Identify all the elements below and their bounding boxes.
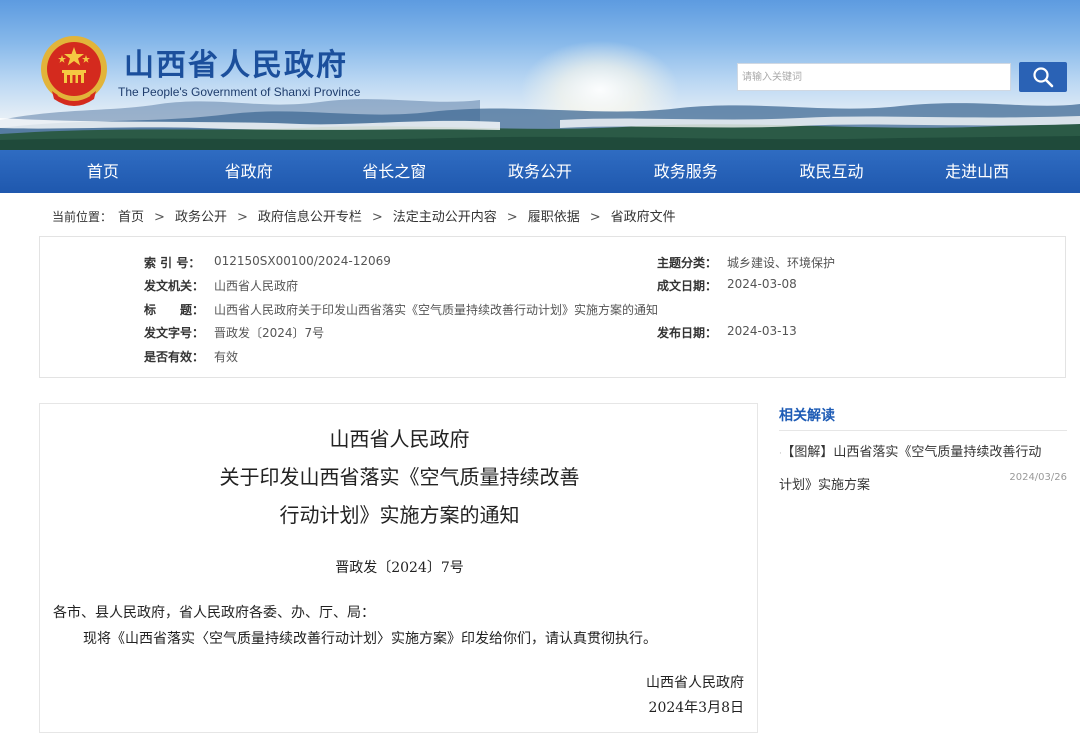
- article-title-line-2: 关于印发山西省落实《空气质量持续改善: [219, 465, 580, 489]
- related-link-continued[interactable]: 计划》实施方案: [779, 474, 870, 493]
- search-button[interactable]: [1019, 62, 1067, 92]
- article-paragraph: 现将《山西省落实〈空气质量持续改善行动计划〉实施方案》印发给你们，请认真贯彻执行…: [83, 631, 657, 647]
- created-date-label: 成文日期：: [657, 279, 718, 293]
- nav-government-services[interactable]: 政务服务: [613, 150, 759, 193]
- index-label: 索 引 号：: [144, 256, 201, 270]
- doc-number-value: 晋政发〔2024〕7号: [214, 326, 325, 340]
- search-input[interactable]: [737, 63, 1011, 91]
- nav-home[interactable]: 首页: [30, 150, 176, 193]
- breadcrumb-duty-basis[interactable]: 履职依据: [528, 210, 580, 225]
- nav-province-government[interactable]: 省政府: [176, 150, 322, 193]
- nav-governor-window[interactable]: 省长之窗: [321, 150, 467, 193]
- published-date-value: 2024-03-13: [727, 324, 797, 338]
- breadcrumb-info-column[interactable]: 政府信息公开专栏: [258, 210, 362, 225]
- search-icon: [1033, 67, 1054, 88]
- breadcrumb: 当前位置： 首页 > 政务公开 > 政府信息公开专栏 > 法定主动公开内容 > 履职依据 > 省政府文…: [52, 210, 676, 225]
- validity-value: 有效: [214, 350, 239, 364]
- breadcrumb-home[interactable]: 首页: [118, 210, 144, 225]
- index-value: 012150SX00100/2024-12069: [214, 254, 391, 268]
- published-date-label: 发布日期：: [657, 326, 718, 340]
- related-link-line-1: 【图解】山西省落实《空气质量持续改善行动: [787, 445, 1042, 460]
- breadcrumb-province-docs[interactable]: 省政府文件: [611, 210, 676, 225]
- article-title-line-1: 山西省人民政府: [329, 427, 470, 451]
- nav-government-affairs-public[interactable]: 政务公开: [467, 150, 613, 193]
- issuer-label: 发文机关：: [144, 279, 205, 293]
- main-nav: 首页 省政府 省长之窗 政务公开 政务服务 政民互动 走进山西: [0, 150, 1080, 193]
- doc-number-label: 发文字号：: [144, 326, 205, 340]
- topic-label: 主题分类：: [657, 256, 718, 270]
- title-label: 标 题：: [144, 303, 205, 317]
- article-body: 山西省人民政府 关于印发山西省落实《空气质量持续改善 行动计划》实施方案的通知 …: [39, 403, 758, 733]
- title-value: 山西省人民政府关于印发山西省落实《空气质量持续改善行动计划》实施方案的通知: [214, 303, 659, 317]
- created-date-value: 2024-03-08: [727, 277, 797, 291]
- article-salutation: 各市、县人民政府，省人民政府各委、办、厅、局：: [53, 605, 375, 621]
- related-link[interactable]: · 【图解】山西省落实《空气质量持续改善行动: [779, 441, 1041, 460]
- article-signature: 山西省人民政府: [646, 675, 744, 691]
- breadcrumb-statutory-content[interactable]: 法定主动公开内容: [393, 210, 497, 225]
- breadcrumb-label: 当前位置：: [52, 210, 113, 224]
- document-metadata: 索 引 号： 012150SX00100/2024-12069 主题分类： 城乡…: [39, 236, 1066, 378]
- article-doc-number: 晋政发〔2024〕7号: [335, 560, 464, 576]
- topic-value: 城乡建设、环境保护: [727, 256, 836, 270]
- issuer-value: 山西省人民政府: [214, 279, 299, 293]
- article-title-line-3: 行动计划》实施方案的通知: [279, 503, 520, 527]
- national-emblem-icon: [41, 36, 107, 106]
- nav-about-shanxi[interactable]: 走进山西: [904, 150, 1050, 193]
- validity-label: 是否有效：: [144, 350, 205, 364]
- site-header: 山西省人民政府 The People's Government of Shanx…: [0, 0, 1080, 150]
- site-title: 山西省人民政府: [124, 48, 348, 83]
- site-subtitle: The People's Government of Shanxi Provin…: [118, 85, 361, 99]
- article-date: 2024年3月8日: [648, 700, 744, 716]
- related-link-date: 2024/03/26: [1009, 472, 1067, 483]
- breadcrumb-affairs-public[interactable]: 政务公开: [175, 210, 227, 225]
- related-interpretation-heading: 相关解读: [779, 408, 835, 424]
- nav-interaction[interactable]: 政民互动: [759, 150, 905, 193]
- sidebar-divider: [779, 430, 1067, 431]
